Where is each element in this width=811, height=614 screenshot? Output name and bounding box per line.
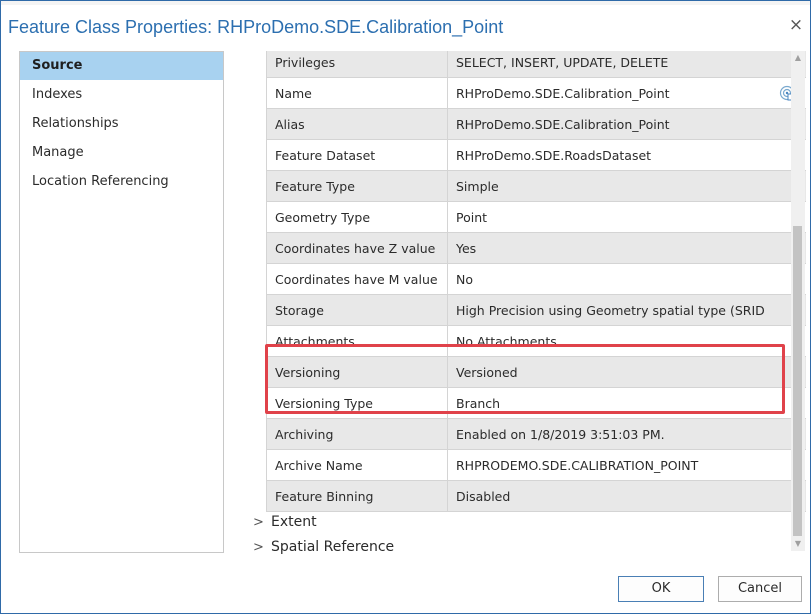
property-value: RHProDemo.SDE.Calibration_Point [447, 108, 806, 140]
property-name: Name [266, 77, 448, 109]
vertical-scrollbar[interactable]: ▲ ▼ [791, 51, 805, 551]
versioning-highlight-box [265, 344, 785, 414]
table-row: Alias RHProDemo.SDE.Calibration_Point [266, 108, 806, 140]
property-name: Archive Name [266, 449, 448, 481]
property-value: High Precision using Geometry spatial ty… [447, 294, 806, 326]
property-value: SELECT, INSERT, UPDATE, DELETE [447, 51, 806, 78]
property-name: Storage [266, 294, 448, 326]
extent-section-header[interactable]: > Extent [253, 510, 317, 534]
table-row: Coordinates have Z value Yes [266, 232, 806, 264]
chevron-right-icon: > [253, 515, 264, 530]
property-name: Privileges [266, 51, 448, 78]
dialog-title: Feature Class Properties: RHProDemo.SDE.… [8, 17, 504, 37]
property-name: Geometry Type [266, 201, 448, 233]
property-value: RHProDemo.SDE.Calibration_Point [456, 85, 670, 101]
table-row: Privileges SELECT, INSERT, UPDATE, DELET… [266, 51, 806, 78]
sidebar-item-location-referencing[interactable]: Location Referencing [20, 167, 223, 196]
property-value: Point [447, 201, 806, 233]
property-name: Alias [266, 108, 448, 140]
table-row: Archiving Enabled on 1/8/2019 3:51:03 PM… [266, 418, 806, 450]
sidebar-item-relationships[interactable]: Relationships [20, 109, 223, 138]
property-name: Archiving [266, 418, 448, 450]
ok-button[interactable]: OK [618, 576, 704, 602]
close-button[interactable]: × [786, 15, 806, 35]
scroll-up-arrow-icon[interactable]: ▲ [793, 53, 803, 63]
property-value: RHProDemo.SDE.RoadsDataset [447, 139, 806, 171]
property-value: Yes [447, 232, 806, 264]
scroll-down-arrow-icon[interactable]: ▼ [793, 539, 803, 549]
table-row: Coordinates have M value No [266, 263, 806, 295]
table-row: Feature Binning Disabled [266, 480, 806, 512]
table-row: Name RHProDemo.SDE.Calibration_Point [266, 77, 806, 109]
table-row: Geometry Type Point [266, 201, 806, 233]
properties-table: Privileges SELECT, INSERT, UPDATE, DELET… [266, 51, 806, 512]
chevron-right-icon: > [253, 540, 264, 554]
spatial-reference-section-header[interactable]: > Spatial Reference [253, 535, 394, 554]
property-name: Feature Type [266, 170, 448, 202]
properties-panel: Privileges SELECT, INSERT, UPDATE, DELET… [236, 51, 806, 554]
property-name: Coordinates have Z value [266, 232, 448, 264]
section-label: Extent [271, 514, 317, 530]
table-row: Archive Name RHPRODEMO.SDE.CALIBRATION_P… [266, 449, 806, 481]
sidebar-item-source[interactable]: Source [20, 52, 223, 80]
top-strip [1, 1, 810, 5]
property-name: Feature Binning [266, 480, 448, 512]
property-value-cell: RHProDemo.SDE.Calibration_Point [447, 77, 806, 109]
property-value: Enabled on 1/8/2019 3:51:03 PM. [447, 418, 806, 450]
property-value: Disabled [447, 480, 806, 512]
table-row: Feature Type Simple [266, 170, 806, 202]
cancel-button[interactable]: Cancel [718, 576, 802, 602]
table-row: Feature Dataset RHProDemo.SDE.RoadsDatas… [266, 139, 806, 171]
sidebar-item-manage[interactable]: Manage [20, 138, 223, 167]
property-value: RHPRODEMO.SDE.CALIBRATION_POINT [447, 449, 806, 481]
property-name: Coordinates have M value [266, 263, 448, 295]
sidebar-item-indexes[interactable]: Indexes [20, 80, 223, 109]
property-value: No [447, 263, 806, 295]
scroll-thumb[interactable] [793, 226, 802, 536]
property-name: Feature Dataset [266, 139, 448, 171]
section-label: Spatial Reference [271, 539, 395, 554]
sidebar-nav: Source Indexes Relationships Manage Loca… [19, 51, 224, 553]
table-row: Storage High Precision using Geometry sp… [266, 294, 806, 326]
property-value: Simple [447, 170, 806, 202]
